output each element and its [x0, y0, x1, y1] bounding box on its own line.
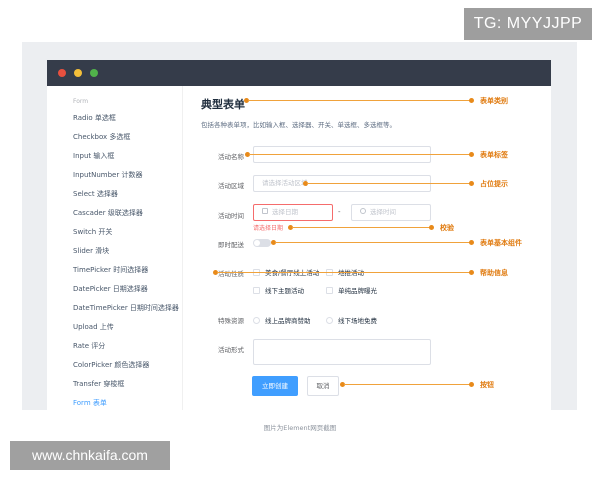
sidebar-item-select[interactable]: Select 选择器 [73, 189, 118, 199]
nature-checkbox-offline[interactable]: 线下主题活动 [253, 285, 304, 295]
sidebar-item-input[interactable]: Input 输入框 [73, 151, 114, 161]
form-content: 典型表单 包括各种表单项，比如输入框、选择器、开关、单选框、多选框等。 活动名称… [183, 86, 551, 410]
annotation-line-placeholder [307, 183, 472, 184]
switch-knob [254, 240, 260, 246]
annotation-dot-category-end [469, 98, 474, 103]
tg-badge: TG: MYYJJPP [464, 8, 592, 40]
sidebar-item-slider[interactable]: Slider 滑块 [73, 246, 109, 256]
annotation-line-button [344, 384, 472, 385]
annotation-dot-label-end [469, 152, 474, 157]
activity-area-label: 活动区域 [218, 182, 244, 190]
annotation-label-help: 帮助信息 [480, 269, 508, 277]
instant-delivery-switch[interactable] [253, 239, 271, 247]
annotation-dot-placeholder-end [469, 181, 474, 186]
radio-circle [326, 316, 333, 324]
sidebar-item-rate[interactable]: Rate 评分 [73, 341, 105, 351]
window-titlebar [47, 60, 551, 86]
activity-nature-label: 活动性质 [218, 270, 244, 278]
annotation-line-label [249, 154, 472, 155]
annotation-dot-validation-end [429, 225, 434, 230]
annotation-dot-help-end [469, 270, 474, 275]
activity-time-label: 活动时间 [218, 212, 244, 220]
sidebar-heading: Form [73, 98, 89, 105]
radio-circle [253, 316, 260, 324]
time-separator: - [338, 208, 341, 216]
date-placeholder: 选择日期 [272, 208, 298, 216]
special-resource-label: 特殊资源 [218, 317, 244, 325]
sidebar-item-switch[interactable]: Switch 开关 [73, 227, 112, 237]
checkbox-box [326, 286, 333, 294]
page-description: 包括各种表单项，比如输入框、选择器、开关、单选框、多选框等。 [201, 121, 396, 129]
sidebar-item-datetimepicker[interactable]: DateTimePicker 日期时间选择器 [73, 303, 179, 313]
activity-name-label: 活动名称 [218, 153, 244, 161]
radio-label: 线上品牌商赞助 [265, 317, 311, 325]
activity-form-label: 活动形式 [218, 346, 244, 354]
annotation-label-label: 表单标签 [480, 151, 508, 159]
sidebar-item-form[interactable]: Form 表单 [73, 398, 107, 408]
date-picker-input[interactable]: 选择日期 [253, 204, 333, 221]
annotation-label-placeholder: 占位提示 [480, 180, 508, 188]
checkbox-label: 单纯品牌曝光 [338, 287, 377, 295]
sidebar-item-upload[interactable]: Upload 上传 [73, 322, 114, 332]
annotation-dot-basic-end [469, 240, 474, 245]
create-button[interactable]: 立即创建 [252, 376, 298, 396]
minimize-window-dot-icon[interactable] [74, 69, 82, 77]
annotation-label-category: 表单类别 [480, 97, 508, 105]
watermark: www.chnkaifa.com [10, 441, 170, 470]
maximize-window-dot-icon[interactable] [90, 69, 98, 77]
checkbox-label: 线下主题活动 [265, 287, 304, 295]
radio-label: 线下场地免费 [338, 317, 377, 325]
checkbox-box [253, 286, 260, 294]
sidebar-item-datepicker[interactable]: DatePicker 日期选择器 [73, 284, 148, 294]
clock-icon [360, 208, 366, 214]
sidebar-item-cascader[interactable]: Cascader 级联选择器 [73, 208, 143, 218]
date-error-message: 请选择日期 [253, 225, 284, 232]
instant-delivery-label: 即时配送 [218, 241, 244, 249]
activity-form-textarea[interactable] [253, 339, 431, 365]
sidebar-item-colorpicker[interactable]: ColorPicker 颜色选择器 [73, 360, 149, 370]
sidebar-item-timepicker[interactable]: TimePicker 时间选择器 [73, 265, 148, 275]
time-placeholder: 选择时间 [370, 208, 396, 216]
annotation-line-help [217, 272, 472, 273]
sidebar-item-radio[interactable]: Radio 单选框 [73, 113, 116, 123]
annotation-line-validation [292, 227, 432, 228]
close-window-dot-icon[interactable] [58, 69, 66, 77]
annotation-label-basic: 表单基本组件 [480, 239, 522, 247]
sidebar-item-checkbox[interactable]: Checkbox 多选框 [73, 132, 130, 142]
annotation-line-category [248, 100, 472, 101]
annotation-line-basic [275, 242, 472, 243]
time-picker-input[interactable]: 选择时间 [351, 204, 431, 221]
cancel-button[interactable]: 取消 [307, 376, 339, 396]
annotation-label-validation: 校验 [440, 224, 454, 232]
page-title: 典型表单 [201, 98, 245, 111]
sidebar-item-inputnumber[interactable]: InputNumber 计数器 [73, 170, 142, 180]
browser-window: Form Radio 单选框 Checkbox 多选框 Input 输入框 In… [47, 60, 551, 410]
nature-checkbox-brand[interactable]: 单纯品牌曝光 [326, 285, 377, 295]
resource-radio-venue[interactable]: 线下场地免费 [326, 315, 377, 325]
calendar-icon [262, 208, 268, 214]
sidebar-item-transfer[interactable]: Transfer 穿梭框 [73, 379, 124, 389]
annotation-dot-button-end [469, 382, 474, 387]
image-caption: 图片为Element网页截图 [263, 424, 337, 432]
resource-radio-sponsor[interactable]: 线上品牌商赞助 [253, 315, 311, 325]
annotation-label-button: 按钮 [480, 381, 494, 389]
component-sidebar: Form Radio 单选框 Checkbox 多选框 Input 输入框 In… [47, 86, 183, 410]
